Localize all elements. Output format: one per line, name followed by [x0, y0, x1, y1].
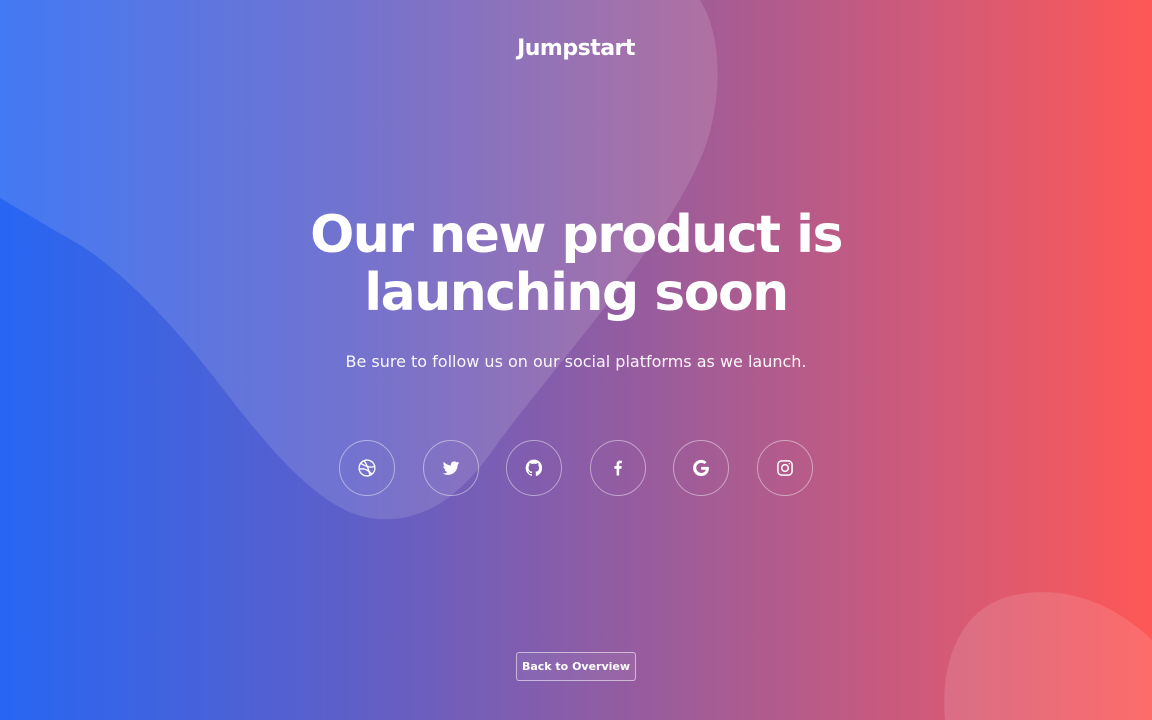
google-icon	[693, 459, 710, 477]
google-button[interactable]	[673, 440, 730, 496]
hero-section: Our new product is launching soon Be sur…	[226, 206, 926, 374]
social-links	[339, 440, 813, 498]
background-blob-small	[944, 592, 1152, 720]
github-button[interactable]	[506, 440, 563, 496]
instagram-icon	[777, 460, 793, 476]
facebook-icon	[614, 460, 622, 476]
hero-title: Our new product is launching soon	[310, 205, 843, 323]
hero-subtitle: Be sure to follow us on our social platf…	[345, 352, 807, 371]
facebook-button[interactable]	[589, 440, 646, 496]
twitter-button[interactable]	[422, 440, 479, 496]
brand-logo[interactable]: Jumpstart	[0, 36, 1152, 61]
github-icon	[525, 459, 543, 477]
dribbble-button[interactable]	[339, 440, 395, 496]
back-to-overview-button[interactable]: Back to Overview	[516, 652, 636, 681]
twitter-icon	[442, 461, 459, 475]
dribbble-icon	[358, 459, 376, 477]
instagram-button[interactable]	[756, 440, 813, 496]
